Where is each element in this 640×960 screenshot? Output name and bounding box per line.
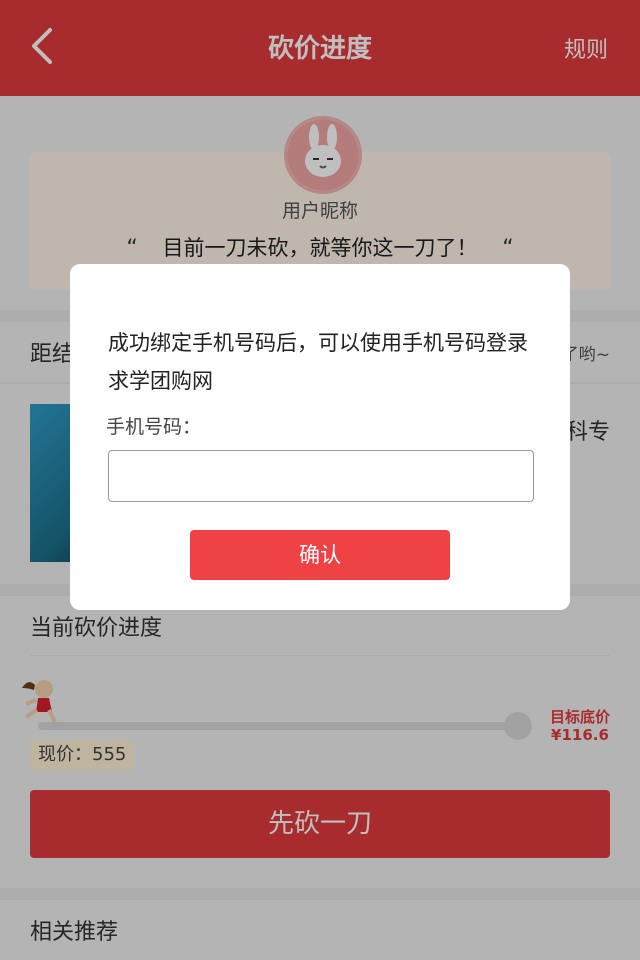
phone-input[interactable] bbox=[108, 450, 534, 502]
bind-phone-dialog: 成功绑定手机号码后，可以使用手机号码登录求学团购网 手机号码： 确认 bbox=[70, 264, 570, 610]
phone-label: 手机号码： bbox=[106, 416, 202, 438]
confirm-button[interactable]: 确认 bbox=[190, 530, 450, 580]
dialog-message: 成功绑定手机号码后，可以使用手机号码登录求学团购网 bbox=[108, 331, 528, 393]
